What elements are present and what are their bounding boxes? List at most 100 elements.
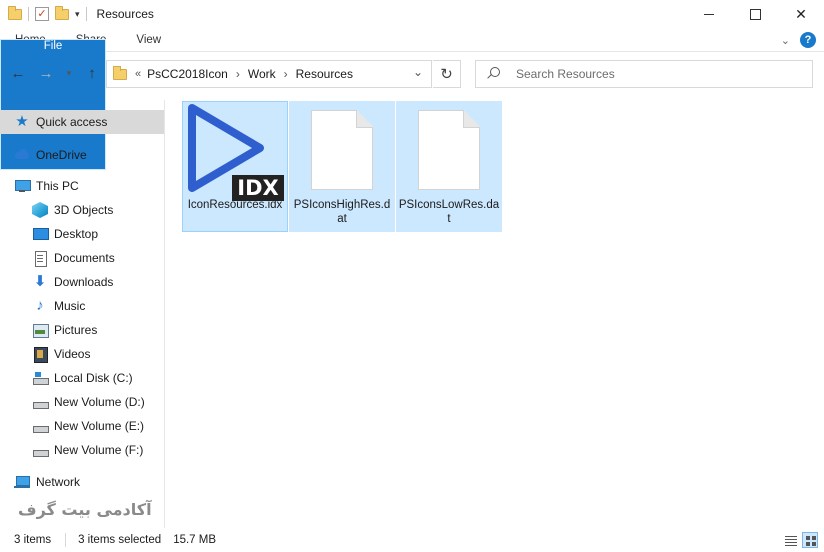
breadcrumb-resources[interactable]: Resources xyxy=(296,67,353,81)
up-button[interactable]: ↑ xyxy=(82,62,102,84)
document-icon xyxy=(32,250,48,267)
view-switcher xyxy=(782,532,818,548)
sidebar-item-label: Local Disk (C:) xyxy=(54,371,133,385)
blank-file-icon xyxy=(396,102,502,198)
file-item-psiconshighres-dat[interactable]: PSIconsHighRes.dat xyxy=(289,101,395,232)
sidebar-item-local-disk-c[interactable]: Local Disk (C:) xyxy=(0,366,164,390)
address-bar[interactable]: « PsCC2018Icon › Work › Resources ⌄ xyxy=(106,60,432,88)
selection-count: 3 items selected xyxy=(78,534,162,546)
computer-icon xyxy=(14,178,31,194)
drive-icon xyxy=(32,418,49,434)
sidebar-item-onedrive[interactable]: OneDrive xyxy=(0,143,164,167)
search-input[interactable] xyxy=(516,67,796,81)
sidebar-item-pictures[interactable]: Pictures xyxy=(0,318,164,342)
sidebar-item-music[interactable]: ♪ Music xyxy=(0,294,164,318)
file-item-psiconslowres-dat[interactable]: PSIconsLowRes.dat xyxy=(396,101,502,232)
new-folder-icon[interactable] xyxy=(55,5,69,20)
star-icon: ★ xyxy=(15,113,29,130)
breadcrumb-separator-icon[interactable]: › xyxy=(284,67,288,81)
sidebar-item-label: Downloads xyxy=(54,275,114,289)
tab-view[interactable]: View xyxy=(121,28,176,52)
window-controls: ✕ xyxy=(686,0,824,28)
close-button[interactable]: ✕ xyxy=(778,0,824,28)
cloud-icon xyxy=(14,147,30,163)
sidebar-item-new-volume-d[interactable]: New Volume (D:) xyxy=(0,390,164,414)
selection-size: 15.7 MB xyxy=(173,534,217,546)
sidebar-item-new-volume-f[interactable]: New Volume (F:) xyxy=(0,438,164,462)
file-item-iconresources-idx[interactable]: IDX IconResources.idx xyxy=(182,101,288,232)
sidebar-item-3d-objects[interactable]: 3D Objects xyxy=(0,198,164,222)
file-name: PSIconsHighRes.dat xyxy=(293,199,391,225)
sidebar-item-network[interactable]: Network xyxy=(0,470,164,494)
sidebar-item-label: Network xyxy=(36,475,81,489)
sidebar-item-new-volume-e[interactable]: New Volume (E:) xyxy=(0,414,164,438)
sidebar-item-videos[interactable]: Videos xyxy=(0,342,164,366)
desktop-icon xyxy=(32,226,49,242)
large-icons-view-icon[interactable] xyxy=(802,532,818,548)
blank-file-icon xyxy=(289,102,395,198)
sidebar-item-label: Quick access xyxy=(36,115,108,129)
navigation-bar: ← → ▾ ↑ « PsCC2018Icon › Work › Resource… xyxy=(0,56,824,90)
sidebar-item-label: This PC xyxy=(36,179,79,193)
sidebar-item-label: New Volume (E:) xyxy=(54,419,145,433)
maximize-button[interactable] xyxy=(732,0,778,28)
sidebar-item-label: New Volume (F:) xyxy=(54,443,144,457)
breadcrumb-pscc2018icon[interactable]: PsCC2018Icon xyxy=(147,67,228,81)
sidebar-item-label: Pictures xyxy=(54,323,98,337)
file-view[interactable]: IDX IconResources.idx PSIconsHighRes.dat… xyxy=(166,90,824,528)
divider xyxy=(85,7,87,21)
address-history-chevron-icon[interactable]: ⌄ xyxy=(413,65,423,79)
minimize-button[interactable] xyxy=(686,0,732,28)
sidebar-item-downloads[interactable]: ⬇ Downloads xyxy=(0,270,164,294)
forward-button[interactable]: → xyxy=(36,62,56,84)
sidebar-item-documents[interactable]: Documents xyxy=(0,246,164,270)
sidebar-item-label: Videos xyxy=(54,347,91,361)
download-icon: ⬇ xyxy=(33,273,47,290)
recent-locations-button[interactable]: ▾ xyxy=(62,62,76,84)
expand-ribbon-icon[interactable]: ⌄ xyxy=(781,34,790,47)
item-count: 3 items xyxy=(14,534,52,546)
divider xyxy=(28,7,29,21)
idx-badge: IDX xyxy=(232,175,284,201)
breadcrumb-separator-icon[interactable]: › xyxy=(236,67,240,81)
sidebar-item-label: 3D Objects xyxy=(54,203,114,217)
document-fold xyxy=(463,110,480,128)
quick-access-toolbar: ✓ ▾ xyxy=(0,5,87,21)
video-icon xyxy=(32,346,48,363)
sidebar-item-label: Documents xyxy=(54,251,115,265)
customize-toolbar-icon[interactable]: ▾ xyxy=(75,9,80,20)
search-icon xyxy=(486,67,500,81)
file-name: PSIconsLowRes.dat xyxy=(398,199,500,225)
local-disk-icon xyxy=(32,370,49,386)
sidebar-item-label: Desktop xyxy=(54,227,99,241)
back-button[interactable]: ← xyxy=(8,62,28,84)
document-fold xyxy=(356,110,373,128)
sidebar-item-label: Music xyxy=(54,299,86,313)
sidebar-item-desktop[interactable]: Desktop xyxy=(0,222,164,246)
network-icon xyxy=(14,474,30,490)
drive-icon xyxy=(32,442,49,458)
properties-icon[interactable]: ✓ xyxy=(35,7,49,21)
status-bar: 3 items 3 items selected 15.7 MB xyxy=(0,528,824,552)
ribbon-tabs: File Home Share View ⌄ ? xyxy=(0,28,824,170)
refresh-button[interactable]: ↻ xyxy=(433,60,461,88)
search-box[interactable] xyxy=(475,60,813,88)
details-view-icon[interactable] xyxy=(782,532,798,548)
pictures-icon xyxy=(32,322,49,338)
folder-icon xyxy=(113,65,127,80)
folder-icon[interactable] xyxy=(8,5,22,20)
sidebar-item-label: New Volume (D:) xyxy=(54,395,145,409)
navigation-pane: ★ Quick access OneDrive This PC 3D Objec… xyxy=(0,100,165,528)
sidebar-item-this-pc[interactable]: This PC xyxy=(0,174,164,198)
sidebar-item-label: OneDrive xyxy=(36,148,87,162)
music-icon: ♪ xyxy=(36,297,44,314)
sidebar-item-quick-access[interactable]: ★ Quick access xyxy=(0,110,164,134)
help-icon[interactable]: ? xyxy=(800,32,816,48)
watermark: آکادمی بیت گرف xyxy=(18,500,152,519)
divider xyxy=(65,533,67,547)
title-bar: ✓ ▾ Resources ✕ xyxy=(0,0,824,28)
overflow-crumb-icon[interactable]: « xyxy=(135,68,141,80)
breadcrumb-work[interactable]: Work xyxy=(248,67,276,81)
drive-icon xyxy=(32,394,49,410)
window-title: Resources xyxy=(96,7,154,21)
